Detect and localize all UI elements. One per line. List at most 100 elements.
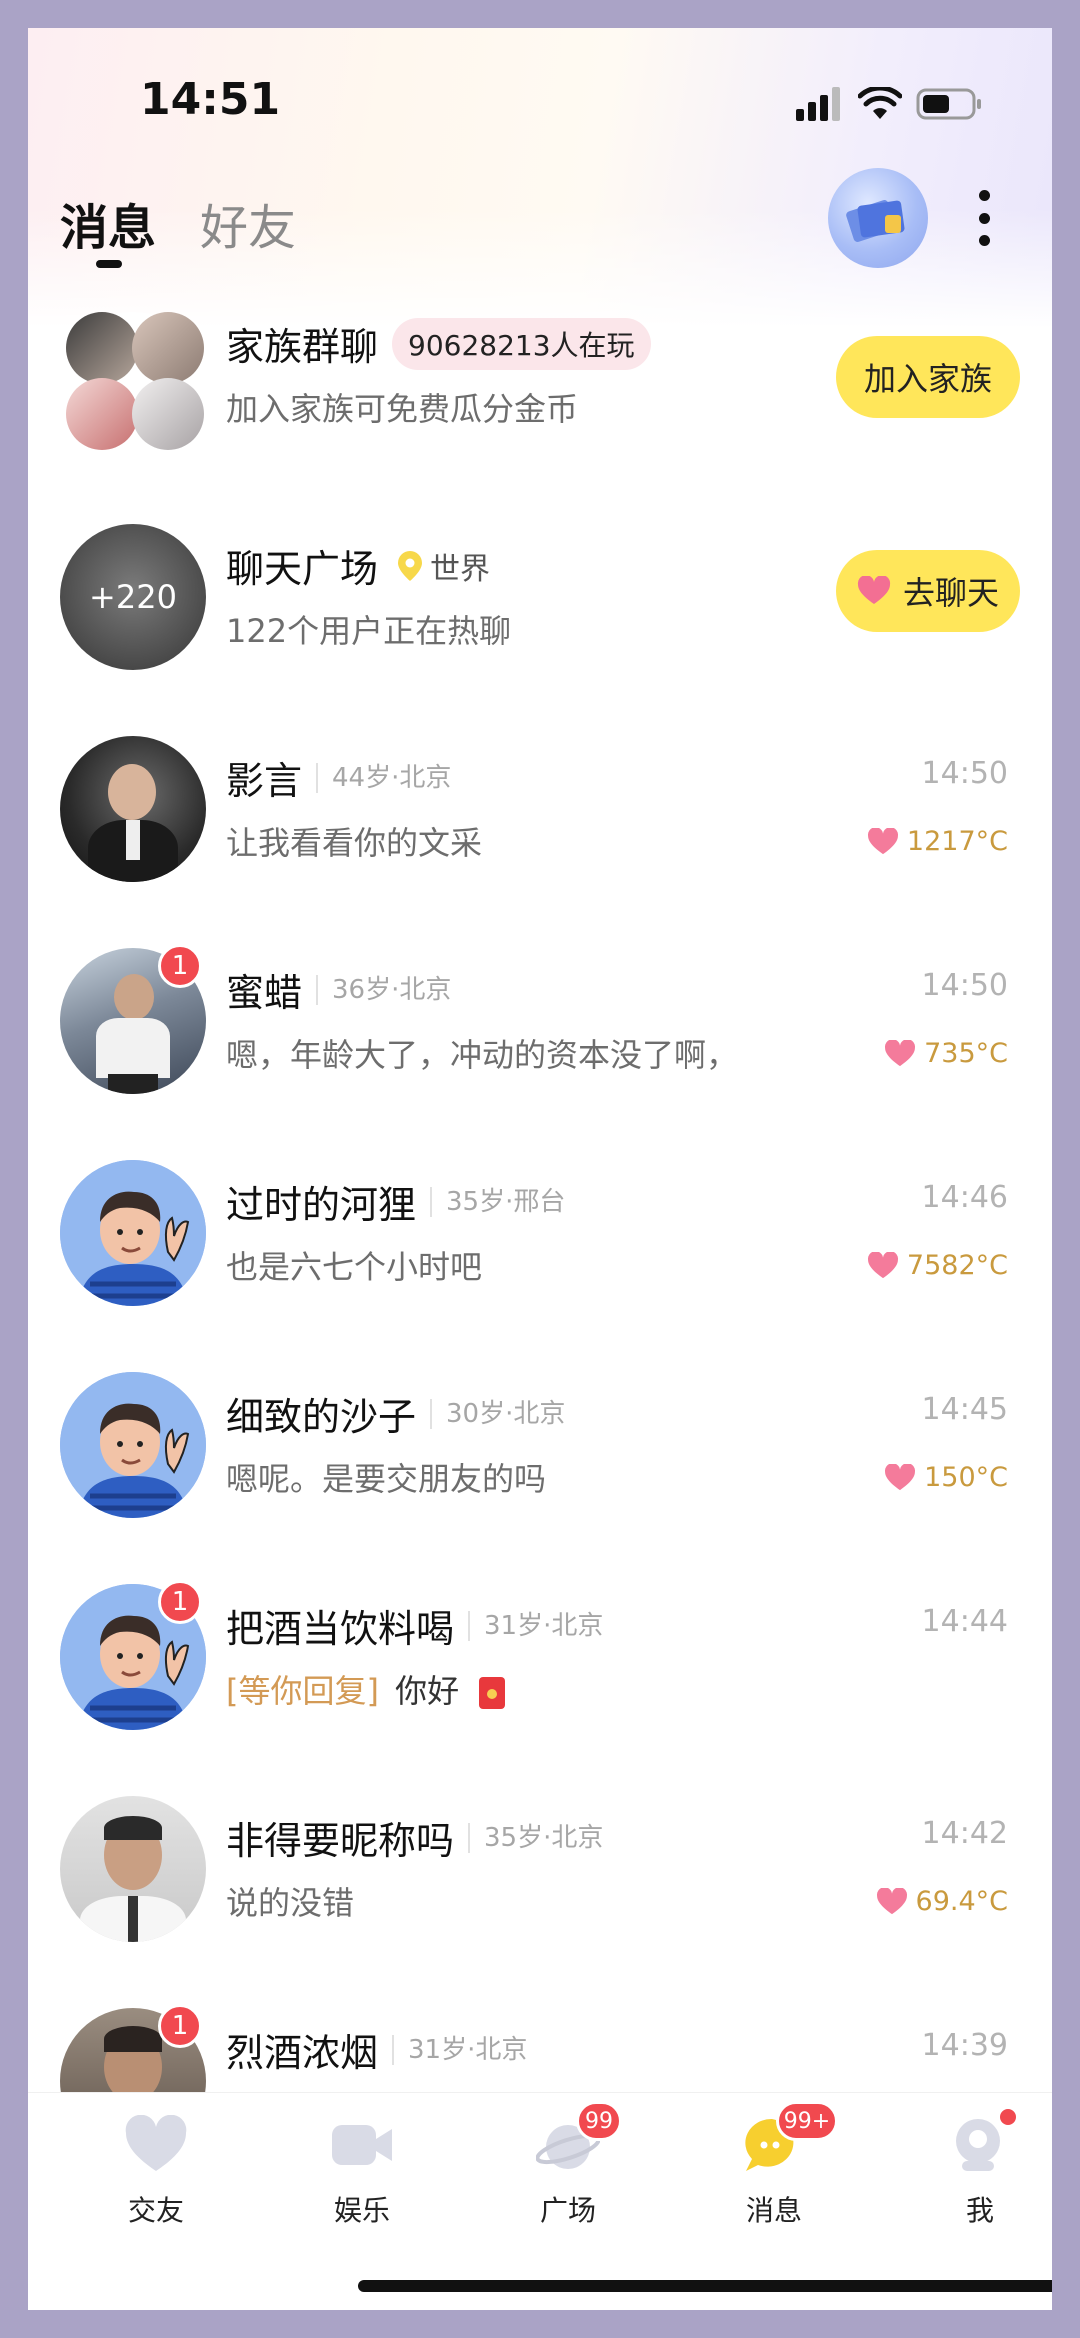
cartoon-man-avatar: [60, 1160, 206, 1306]
message-time: 14:50: [921, 968, 1008, 1003]
nav-messages[interactable]: 99+ 消息: [694, 2093, 854, 2243]
chat-row[interactable]: 细致的沙子 30岁·北京 嗯呢。是要交朋友的吗 14:45 150°C: [28, 1356, 1052, 1568]
last-message: 也是六七个小时吧: [226, 1248, 483, 1286]
heart-icon: [867, 1251, 898, 1278]
plaza-badge: 99: [576, 2101, 622, 2141]
home-indicator[interactable]: [358, 2280, 1052, 2292]
dot-icon: [978, 190, 990, 201]
chat-row[interactable]: 1 烈酒浓烟 31岁·北京 14:39: [28, 1992, 1052, 2092]
contact-name: 影言: [226, 759, 303, 803]
world-tag: 世界: [396, 544, 490, 588]
avatar: [60, 1160, 206, 1306]
tab-friends[interactable]: 好友: [200, 188, 296, 258]
temperature-value: 150°C: [924, 1462, 1008, 1493]
nav-dating[interactable]: 交友: [76, 2093, 236, 2243]
chat-row[interactable]: 1 把酒当饮料喝 31岁·北京 [等你回复] 你好 14:44: [28, 1568, 1052, 1780]
chat-title-line: 过时的河狸 35岁·邢台: [226, 1174, 565, 1229]
signal-icon: [796, 87, 840, 121]
contact-name: 把酒当饮料喝: [226, 1607, 455, 1651]
go-chat-button[interactable]: 去聊天: [836, 550, 1020, 632]
contact-name: 细致的沙子: [226, 1395, 417, 1439]
contact-name: 蜜蜡: [226, 971, 303, 1015]
bottom-nav: 交友 娱乐 99 广场 99+ 消息 我: [28, 2092, 1052, 2242]
nav-entertainment[interactable]: 娱乐: [282, 2093, 442, 2243]
battery-icon: [916, 88, 981, 120]
avatar: [60, 1372, 206, 1518]
nav-label: 娱乐: [333, 2194, 390, 2227]
family-title-line: 家族群聊 90628213人在玩: [226, 316, 651, 371]
member-avatar: [132, 312, 204, 384]
chat-plaza-row[interactable]: +220 聊天广场 世界 122个用户正在热聊 去聊天: [28, 508, 1052, 720]
chat-title-line: 把酒当饮料喝 31岁·北京: [226, 1598, 603, 1653]
awaiting-reply-tag: [等你回复]: [226, 1672, 379, 1710]
family-title: 家族群聊: [226, 325, 379, 369]
last-message: 说的没错: [226, 1884, 355, 1922]
intimacy-temperature: 735°C: [884, 1038, 1008, 1069]
last-message: 你好: [395, 1672, 460, 1710]
plaza-title-line: 聊天广场 世界: [226, 538, 490, 593]
plaza-user-count: +220: [89, 578, 177, 616]
last-message: 嗯呢。是要交朋友的吗: [226, 1460, 547, 1498]
intimacy-temperature: 1217°C: [867, 826, 1008, 857]
cartoon-man-avatar: [60, 1372, 206, 1518]
nav-label: 广场: [539, 2194, 596, 2227]
chat-title-line: 蜜蜡 36岁·北京: [226, 962, 451, 1017]
message-time: 14:42: [921, 1816, 1008, 1851]
card-stack-icon: [846, 200, 905, 242]
nav-me[interactable]: 我: [900, 2093, 1052, 2243]
plaza-avatar: +220: [60, 524, 206, 670]
chat-bubble-icon: 99+: [742, 2101, 838, 2175]
unread-badge: 1: [158, 1580, 202, 1624]
message-time: 14:39: [921, 2028, 1008, 2063]
status-icons: [796, 84, 982, 124]
more-options-button[interactable]: [974, 190, 994, 246]
heart-icon: [124, 2114, 188, 2175]
nav-label: 消息: [745, 2194, 802, 2227]
world-label: 世界: [430, 551, 491, 587]
contact-meta: 44岁·北京: [316, 762, 451, 793]
nav-plaza[interactable]: 99 广场: [488, 2093, 648, 2243]
contact-name: 非得要昵称吗: [226, 1819, 455, 1863]
location-pin-icon: [398, 550, 423, 581]
avatar: [60, 1796, 206, 1942]
family-subtitle: 加入家族可免费瓜分金币: [226, 390, 579, 428]
unread-badge: 1: [158, 2004, 202, 2048]
temperature-value: 7582°C: [906, 1250, 1008, 1281]
temperature-value: 1217°C: [906, 826, 1008, 857]
dot-icon: [978, 212, 990, 224]
message-time: 14:50: [921, 756, 1008, 791]
last-message: 嗯，年龄大了，冲动的资本没了啊，: [226, 1036, 739, 1074]
heart-icon: [885, 1039, 916, 1066]
messages-badge: 99+: [776, 2101, 838, 2141]
heart-icon: [857, 576, 891, 604]
chat-row[interactable]: 过时的河狸 35岁·邢台 也是六七个小时吧 14:46 7582°C: [28, 1144, 1052, 1356]
contact-name: 过时的河狸: [226, 1183, 417, 1227]
join-family-button[interactable]: 加入家族: [836, 336, 1020, 418]
active-tab-indicator: [96, 260, 122, 268]
notification-dot: [1000, 2109, 1016, 2125]
red-packet-icon: [479, 1677, 506, 1709]
chat-row[interactable]: 影言 44岁·北京 让我看看你的文采 14:50 1217°C: [28, 720, 1052, 932]
temperature-value: 69.4°C: [915, 1886, 1008, 1917]
go-chat-label: 去聊天: [902, 574, 999, 612]
tab-messages[interactable]: 消息: [60, 188, 156, 258]
nav-label: 我: [965, 2194, 994, 2227]
family-group-row[interactable]: 家族群聊 90628213人在玩 加入家族可免费瓜分金币 加入家族: [28, 296, 1052, 508]
video-camera-icon: [330, 2115, 394, 2175]
unread-badge: 1: [158, 944, 202, 988]
last-message-line: [等你回复] 你好: [226, 1666, 506, 1712]
message-time: 14:46: [921, 1180, 1008, 1215]
contact-meta: 31岁·北京: [392, 2034, 527, 2065]
app-screen: 14:51 消息 好友 家族群聊 90628213人在玩 加入家族可免费瓜分金币…: [28, 28, 1052, 2310]
member-avatar: [66, 312, 138, 384]
temperature-value: 735°C: [924, 1038, 1008, 1069]
gift-card-icon[interactable]: [828, 168, 928, 268]
message-time: 14:44: [921, 1604, 1008, 1639]
chat-title-line: 影言 44岁·北京: [226, 750, 451, 805]
chat-title-line: 非得要昵称吗 35岁·北京: [226, 1810, 603, 1865]
chat-row[interactable]: 1 蜜蜡 36岁·北京 嗯，年龄大了，冲动的资本没了啊， 14:50 735°C: [28, 932, 1052, 1144]
chat-row[interactable]: 非得要昵称吗 35岁·北京 说的没错 14:42 69.4°C: [28, 1780, 1052, 1992]
contact-meta: 36岁·北京: [316, 974, 451, 1005]
last-message: 让我看看你的文采: [226, 824, 483, 862]
heart-icon: [867, 827, 898, 854]
